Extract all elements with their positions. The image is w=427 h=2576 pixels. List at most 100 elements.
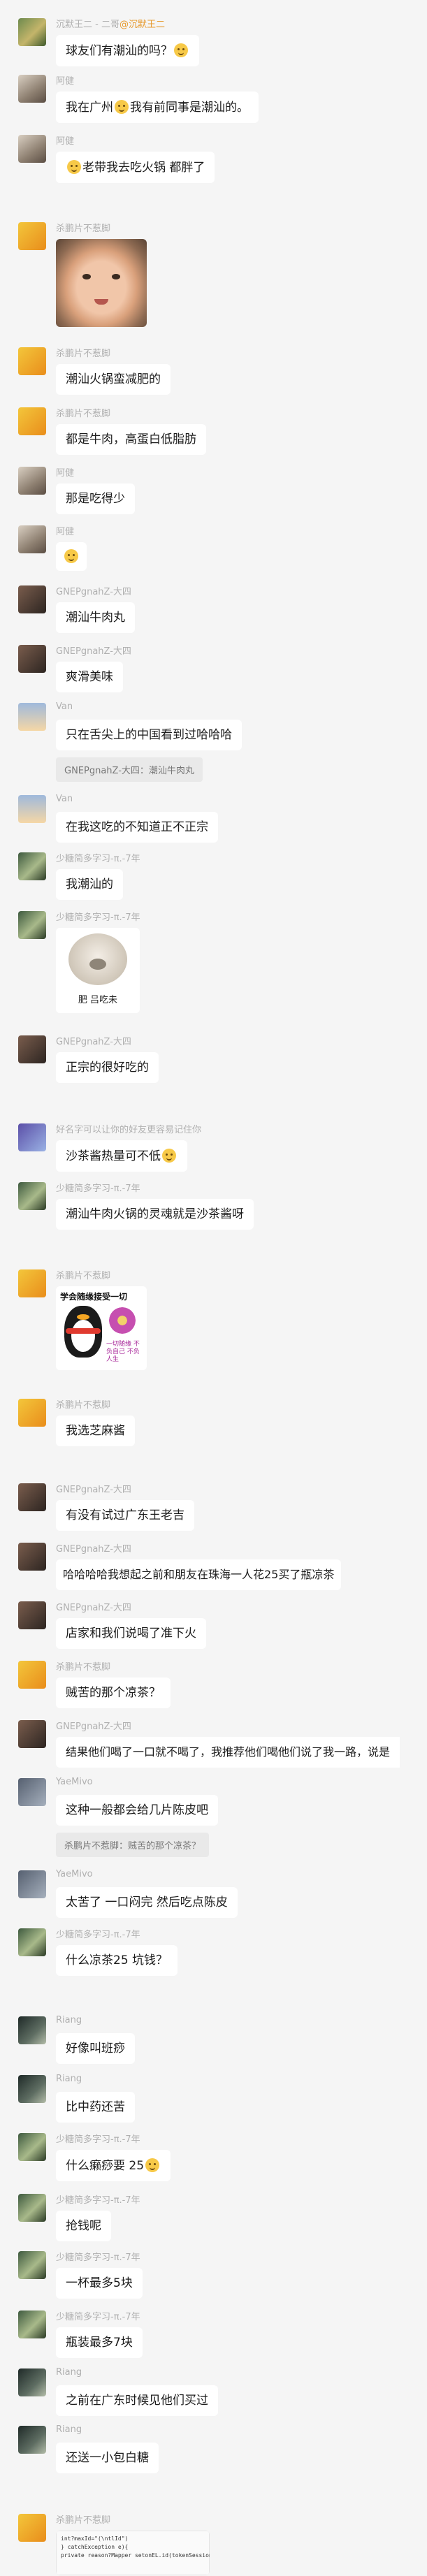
message-bubble[interactable]: 我在广州 我有前同事是潮汕的。 <box>56 92 259 123</box>
sticker-note: 一切随缘 不负自己 不负人生 <box>106 1341 140 1363</box>
sender-name: GNEPgnahZ-大四 <box>56 1722 131 1732</box>
message-bubble[interactable]: 这种一般都会给几片陈皮吧 <box>56 1795 218 1826</box>
message-bubble[interactable]: 一杯最多5块 <box>56 2268 143 2299</box>
sender-name: 阿健 <box>56 468 75 479</box>
avatar[interactable] <box>18 703 46 731</box>
avatar[interactable] <box>18 75 46 103</box>
avatar[interactable] <box>18 467 46 495</box>
message-bubble[interactable]: 爽滑美味 <box>56 662 123 692</box>
avatar[interactable] <box>18 911 46 939</box>
message-bubble[interactable]: 结果他们喝了一口就不喝了，我推荐他们喝他们说了我一路，说是 <box>56 1737 400 1768</box>
pig-sticker: 肥 吕吃未 <box>56 928 140 1013</box>
avatar[interactable] <box>18 1601 46 1629</box>
message-bubble[interactable]: 太苦了 一口闷完 然后吃点陈皮 <box>56 1887 238 1918</box>
avatar[interactable] <box>18 525 46 553</box>
sender-name: GNEPgnahZ-大四 <box>56 1603 131 1613</box>
message-bubble[interactable]: 潮汕牛肉火锅的灵魂就是沙茶酱呀 <box>56 1199 254 1230</box>
message-bubble[interactable]: 那是吃得少 <box>56 483 135 514</box>
avatar[interactable] <box>18 407 46 435</box>
message-text: 沙茶酱热量可不低 <box>66 1149 161 1163</box>
avatar[interactable] <box>18 795 46 823</box>
message-bubble[interactable]: 抢钱呢 <box>56 2211 111 2241</box>
message-bubble[interactable]: 店家和我们说喝了准下火 <box>56 1618 206 1649</box>
code-line: private reason?Mapper setonEL.id(tokenSe… <box>61 2552 210 2559</box>
message-bubble[interactable]: 潮汕火锅蛮减肥的 <box>56 364 171 395</box>
avatar[interactable] <box>18 2194 46 2222</box>
avatar[interactable] <box>18 1483 46 1511</box>
avatar[interactable] <box>18 18 46 46</box>
message-bubble[interactable]: 潮汕牛肉丸 <box>56 602 135 633</box>
sender-name: 杀鹏片不惹脚 <box>56 1662 111 1673</box>
avatar[interactable] <box>18 135 46 163</box>
avatar[interactable] <box>18 2426 46 2454</box>
avatar[interactable] <box>18 1778 46 1806</box>
avatar[interactable] <box>18 1123 46 1151</box>
message-bubble[interactable]: 老带我去吃火锅 都胖了 <box>56 152 215 183</box>
avatar[interactable] <box>18 2311 46 2338</box>
message-bubble[interactable]: 贼苦的那个凉茶？ <box>56 1678 171 1708</box>
message-bubble[interactable]: 比中药还苦 <box>56 2092 135 2123</box>
sender-name: 少糖简多字习-π.-7年 <box>56 2312 140 2322</box>
avatar[interactable] <box>18 1182 46 1210</box>
avatar[interactable] <box>18 1928 46 1956</box>
avatar[interactable] <box>18 585 46 613</box>
avatar[interactable] <box>18 222 46 250</box>
avatar[interactable] <box>18 347 46 375</box>
message-bubble[interactable]: 有没有试过广东王老吉 <box>56 1500 194 1531</box>
message-bubble[interactable]: 之前在广东时候见他们买过 <box>56 2385 218 2416</box>
message-bubble[interactable]: 还送一小包白糖 <box>56 2443 159 2473</box>
message-bubble[interactable]: 正宗的很好吃的 <box>56 1052 159 1083</box>
avatar[interactable] <box>18 852 46 880</box>
sender-name: YaeMivo <box>56 1869 93 1879</box>
avatar[interactable] <box>18 2133 46 2161</box>
message-bubble[interactable]: 在我这吃的不知道正不正宗 <box>56 812 218 843</box>
sender-name: 杀鹏片不惹脚 <box>56 1400 111 1411</box>
avatar[interactable] <box>18 1870 46 1898</box>
message-bubble[interactable]: 我潮汕的 <box>56 869 123 900</box>
message-bubble[interactable]: 球友们有潮汕的吗？ <box>56 35 199 66</box>
message-bubble[interactable]: 好像叫班痧 <box>56 2033 135 2064</box>
avatar[interactable] <box>18 2251 46 2279</box>
avatar[interactable] <box>18 2016 46 2044</box>
avatar[interactable] <box>18 1269 46 1297</box>
quoted-reply[interactable]: GNEPgnahZ-大四：潮汕牛肉丸 <box>56 757 203 782</box>
message-text: 老带我去吃火锅 都胖了 <box>82 161 205 175</box>
sticker-title: 学会随缘接受一切 <box>60 1292 128 1302</box>
sticker-message[interactable]: 肥 吕吃未 <box>56 928 140 1013</box>
sender-name: 少糖简多字习-π.-7年 <box>56 2195 140 2206</box>
sender-name: GNEPgnahZ-大四 <box>56 587 131 597</box>
avatar[interactable] <box>18 2368 46 2396</box>
message-bubble[interactable]: 什么癞痧要 25 <box>56 2150 171 2181</box>
sticker-caption: 肥 吕吃未 <box>78 995 118 1005</box>
avatar[interactable] <box>18 1543 46 1571</box>
sender-name: 少糖简多字习-π.-7年 <box>56 912 140 923</box>
image-message[interactable]: int?maxId="(\ntlId") } catchException e)… <box>56 2531 210 2575</box>
sender-name: 阿健 <box>56 136 75 147</box>
avatar[interactable] <box>18 1399 46 1427</box>
quoted-reply[interactable]: 杀鹏片不惹脚：贼苦的那个凉茶？ <box>56 1833 210 1857</box>
code-line: int?maxId="(\ntlId") <box>61 2535 129 2542</box>
avatar[interactable] <box>18 1661 46 1689</box>
sender-name: 阿健 <box>56 76 75 87</box>
avatar[interactable] <box>18 645 46 673</box>
avatar[interactable] <box>18 1720 46 1748</box>
code-line: } catchException e){ <box>61 2544 129 2550</box>
message-bubble[interactable] <box>56 542 87 571</box>
message-bubble[interactable]: 我选芝麻酱 <box>56 1416 135 1446</box>
avatar[interactable] <box>18 1035 46 1063</box>
sender-name: Van <box>56 701 73 712</box>
message-bubble[interactable]: 哈哈哈哈我想起之前和朋友在珠海一人花25买了瓶凉茶 <box>56 1559 342 1590</box>
message-bubble[interactable]: 沙茶酱热量可不低 <box>56 1140 187 1172</box>
grinning-face-icon <box>162 1149 176 1163</box>
flower-icon <box>109 1307 136 1334</box>
message-bubble[interactable]: 都是牛肉，高蛋白低脂肪 <box>56 424 206 455</box>
image-message[interactable] <box>56 239 147 327</box>
mention[interactable]: @沉默王二 <box>120 20 165 30</box>
code-screenshot: int?maxId="(\ntlId") } catchException e)… <box>56 2531 210 2575</box>
message-bubble[interactable]: 什么凉茶25 坑钱？ <box>56 1945 178 1976</box>
message-bubble[interactable]: 只在舌尖上的中国看到过哈哈哈 <box>56 720 242 750</box>
avatar[interactable] <box>18 2514 46 2542</box>
avatar[interactable] <box>18 2075 46 2103</box>
sticker-message[interactable]: 学会随缘接受一切 一切随缘 不负自己 不负人生 <box>56 1286 147 1370</box>
message-bubble[interactable]: 瓶装最多7块 <box>56 2327 143 2358</box>
